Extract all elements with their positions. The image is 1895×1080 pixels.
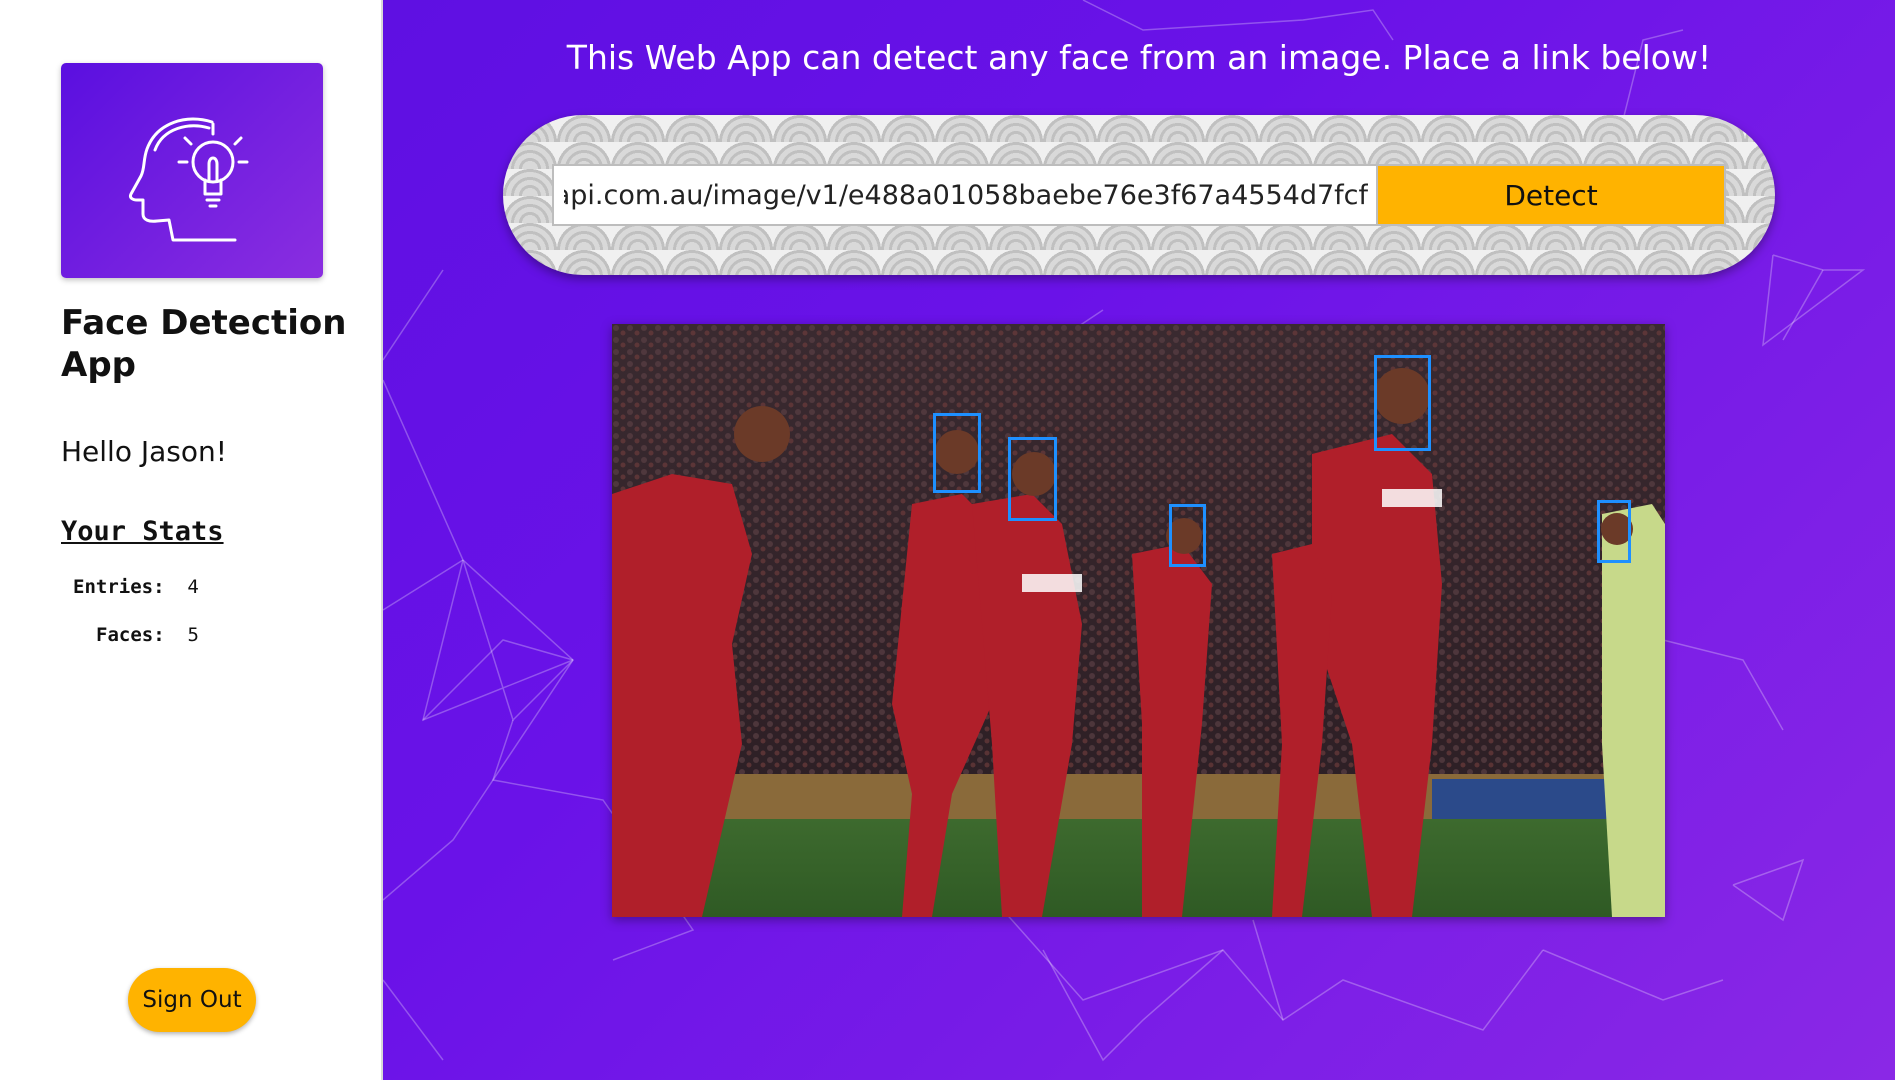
app-logo xyxy=(61,63,323,278)
face-box xyxy=(1597,500,1631,563)
detection-image xyxy=(612,324,1665,917)
sidebar: Face Detection App Hello Jason! Your Sta… xyxy=(0,0,383,1080)
football-players-celebrating-image xyxy=(612,324,1665,917)
app-title: Face Detection App xyxy=(61,303,347,385)
stat-faces: Faces: 5 xyxy=(96,624,199,646)
image-url-input[interactable] xyxy=(552,164,1380,226)
app-root: Face Detection App Hello Jason! Your Sta… xyxy=(0,0,1895,1080)
stat-faces-label: Faces: xyxy=(96,624,165,646)
sign-out-button[interactable]: Sign Out xyxy=(128,968,256,1032)
face-box xyxy=(1374,355,1431,451)
main-content: This Web App can detect any face from an… xyxy=(383,0,1895,1080)
stats-heading: Your Stats xyxy=(61,516,224,547)
stat-entries: Entries: 4 xyxy=(73,576,199,598)
face-box xyxy=(1008,437,1057,521)
head-lightbulb-icon xyxy=(117,94,267,248)
greeting-text: Hello Jason! xyxy=(61,435,227,468)
stat-entries-value: 4 xyxy=(187,576,199,598)
face-box xyxy=(933,413,981,493)
detect-button[interactable]: Detect xyxy=(1376,164,1726,226)
intro-text: This Web App can detect any face from an… xyxy=(566,38,1712,77)
face-box xyxy=(1169,504,1206,567)
stat-faces-value: 5 xyxy=(187,624,199,646)
stat-entries-label: Entries: xyxy=(73,576,165,598)
